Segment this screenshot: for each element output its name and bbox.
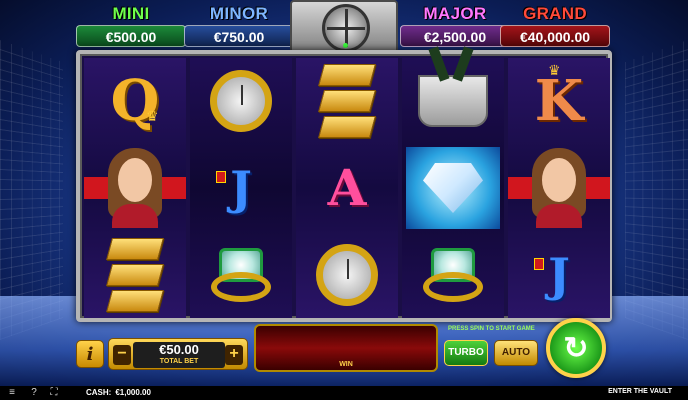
gold-watch-icon bbox=[210, 70, 272, 132]
vault-dial-icon bbox=[322, 4, 370, 52]
bet-increase-button[interactable]: + bbox=[225, 345, 243, 365]
game-stage: MINI €500.00 MINOR €750.00 MAJOR €2,500.… bbox=[0, 0, 688, 386]
status-bar: ≡ ? ⛶ CASH: €1,000.00 ENTER THE VAULT bbox=[0, 386, 688, 400]
bet-decrease-button[interactable]: − bbox=[113, 345, 131, 365]
fullscreen-icon[interactable]: ⛶ bbox=[48, 387, 60, 399]
jackpot-mini-value: €500.00 bbox=[76, 25, 186, 47]
diamond-icon bbox=[423, 163, 483, 213]
cash-value: €1,000.00 bbox=[115, 388, 151, 397]
reel-1: Q ♛ bbox=[84, 58, 186, 318]
symbol-gold-watch bbox=[190, 58, 292, 144]
jack-letter: J bbox=[230, 161, 252, 215]
reel-5: ♛ K J bbox=[508, 58, 610, 318]
vault-door-emblem bbox=[290, 0, 398, 56]
menu-icon[interactable]: ≡ bbox=[6, 387, 18, 399]
symbol-gold-bars bbox=[84, 232, 186, 318]
champagne-bucket-icon bbox=[418, 75, 488, 127]
symbol-champagne-bucket bbox=[402, 58, 504, 144]
symbol-emerald-ring bbox=[190, 232, 292, 318]
jackpot-mini-title: MINI bbox=[112, 4, 150, 23]
turbo-button[interactable]: TURBO bbox=[444, 340, 488, 366]
gold-bars-icon bbox=[318, 62, 376, 140]
symbol-jack: J bbox=[190, 145, 292, 231]
jackpot-major-title: MAJOR bbox=[423, 4, 487, 23]
woman-icon bbox=[102, 148, 168, 228]
gold-bars-icon bbox=[106, 236, 164, 314]
symbol-woman bbox=[508, 145, 610, 231]
emerald-ring-icon bbox=[423, 248, 483, 302]
ace-letter: A bbox=[327, 158, 367, 217]
bet-selector: − €50.00 TOTAL BET + bbox=[108, 338, 248, 370]
emerald-ring-icon bbox=[211, 248, 271, 302]
gold-watch-icon bbox=[316, 244, 378, 306]
jackpot-grand-title: GRAND bbox=[523, 4, 587, 23]
spin-arrows-icon: ↻ bbox=[563, 331, 589, 365]
jackpot-mini: MINI €500.00 bbox=[76, 4, 186, 48]
vault-wall-right bbox=[625, 40, 688, 340]
symbol-ace: A bbox=[296, 145, 398, 231]
symbol-queen: Q ♛ bbox=[84, 58, 186, 144]
jackpot-minor-value: €750.00 bbox=[184, 25, 294, 47]
jackpot-grand-value: €40,000.00 bbox=[500, 25, 610, 47]
symbol-gold-bars bbox=[296, 58, 398, 144]
total-bet-amount: €50.00 bbox=[159, 342, 199, 357]
jackpot-grand: GRAND €40,000.00 bbox=[500, 4, 610, 48]
auto-button[interactable]: AUTO bbox=[494, 340, 538, 366]
jackpot-minor: MINOR €750.00 bbox=[184, 4, 294, 48]
symbol-diamond bbox=[402, 145, 504, 231]
king-letter: K bbox=[534, 68, 584, 134]
cash-label: CASH: bbox=[86, 388, 112, 397]
crown-icon: ♛ bbox=[146, 108, 159, 124]
total-bet-label: TOTAL BET bbox=[159, 358, 199, 365]
symbol-emerald-ring bbox=[402, 232, 504, 318]
reel-frame: Q ♛ J A ♛ K J bbox=[76, 50, 612, 322]
jackpot-major: MAJOR €2,500.00 bbox=[400, 4, 510, 48]
win-display: WIN bbox=[254, 324, 438, 372]
vault-wall-left bbox=[0, 40, 63, 340]
crown-icon: ♛ bbox=[548, 62, 561, 78]
symbol-king: ♛ K bbox=[508, 58, 610, 144]
woman-icon bbox=[526, 148, 592, 228]
reel-3: A bbox=[296, 58, 398, 318]
control-bar: i − €50.00 TOTAL BET + WIN PRESS SPIN TO… bbox=[76, 318, 612, 378]
game-title: ENTER THE VAULT bbox=[608, 388, 672, 395]
symbol-jack: J bbox=[508, 232, 610, 318]
symbol-woman bbox=[84, 145, 186, 231]
total-bet-display: €50.00 TOTAL BET bbox=[133, 342, 225, 368]
jackpot-minor-title: MINOR bbox=[209, 4, 269, 23]
win-label: WIN bbox=[339, 361, 353, 368]
spin-button[interactable]: ↻ bbox=[546, 318, 606, 378]
help-icon[interactable]: ? bbox=[28, 387, 40, 399]
jack-letter: J bbox=[548, 248, 570, 302]
jackpot-major-value: €2,500.00 bbox=[400, 25, 510, 47]
info-button[interactable]: i bbox=[76, 340, 104, 368]
cash-display: CASH: €1,000.00 bbox=[86, 388, 151, 397]
reel-4 bbox=[402, 58, 504, 318]
reel-2: J bbox=[190, 58, 292, 318]
symbol-gold-watch bbox=[296, 232, 398, 318]
